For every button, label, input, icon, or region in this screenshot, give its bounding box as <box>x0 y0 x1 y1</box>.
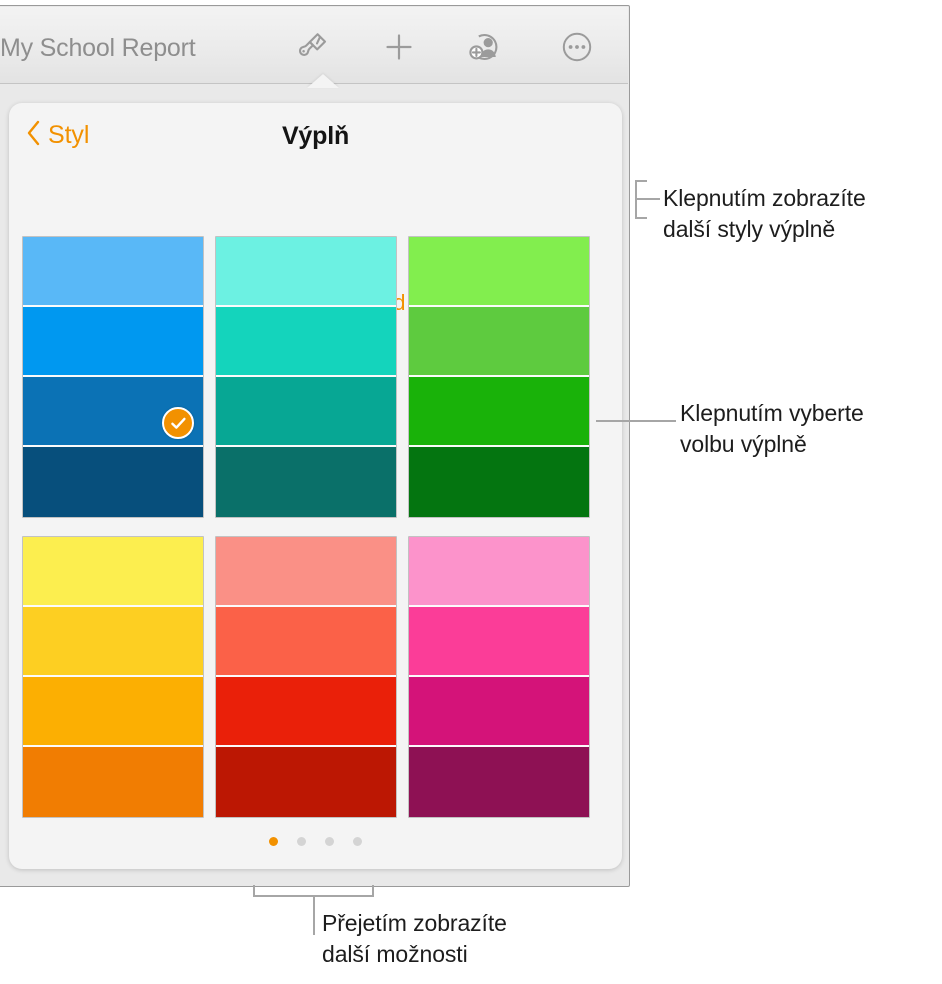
popover-arrow <box>307 74 339 88</box>
callout-fill-styles-text: Klepnutím zobrazíte další styly výplně <box>663 185 866 242</box>
callout-leader-lines <box>253 180 676 935</box>
callout-choose-fill-text: Klepnutím vyberte volbu výplně <box>680 400 864 457</box>
callout-swipe-more-text: Přejetím zobrazíte další možnosti <box>322 910 507 967</box>
